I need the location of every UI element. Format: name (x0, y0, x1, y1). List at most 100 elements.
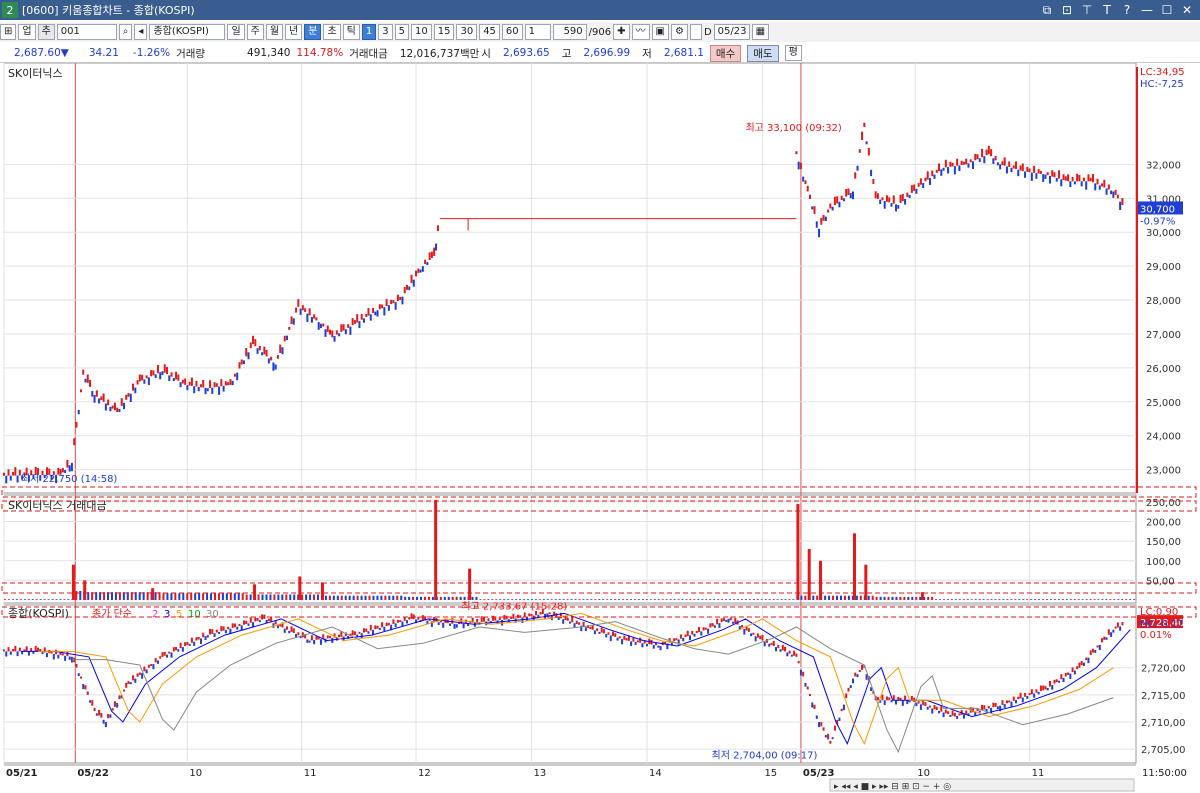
last-price-label: 30,700 (1140, 204, 1175, 215)
price-candle (308, 308, 311, 316)
index-candle (616, 637, 619, 641)
interval-1[interactable]: 1 (361, 24, 377, 40)
date-checkbox[interactable] (689, 24, 702, 40)
index-candle (987, 705, 990, 709)
period-year[interactable]: 년 (285, 24, 303, 40)
volume-bar (966, 599, 969, 600)
interval-60[interactable]: 60 (501, 24, 523, 40)
search-icon[interactable]: ⌕ (118, 24, 133, 40)
index-candle (752, 632, 755, 635)
price-candle (974, 153, 977, 161)
index-candle (897, 696, 900, 701)
price-candle (933, 174, 936, 179)
period-week[interactable]: 주 (246, 24, 264, 40)
volume-bar (360, 595, 363, 600)
volume-bar (420, 596, 423, 600)
index-candle (824, 735, 827, 738)
pin-icon[interactable]: ⊤ (1080, 3, 1094, 18)
interval-select[interactable]: 1 (524, 24, 551, 40)
chart-area[interactable]: 23,000 24,000 25,000 26,000 27,000 28,000 29,0… (0, 63, 1200, 793)
interval-5[interactable]: 5 (394, 24, 409, 40)
date-input[interactable]: 05/23 (713, 24, 750, 40)
bar-count-input[interactable]: 590 (552, 24, 587, 40)
index-candle (1105, 637, 1108, 640)
index-candle (381, 622, 384, 628)
link-window-icon[interactable]: ⧉ (1040, 3, 1054, 18)
interval-45[interactable]: 45 (479, 24, 500, 40)
close-button[interactable]: ✕ (1180, 3, 1194, 18)
volume-bar (764, 599, 767, 600)
maximize-button[interactable]: ☐ (1160, 3, 1174, 18)
price-candle (1028, 168, 1031, 173)
volume-spike (853, 533, 856, 600)
index-candle (904, 695, 907, 701)
index-candle (107, 713, 110, 719)
buy-button[interactable]: 매수 (709, 44, 742, 62)
period-month[interactable]: 월 (265, 24, 284, 40)
period-minute[interactable]: 분 (304, 24, 322, 40)
price-candle (392, 300, 395, 304)
index-candle (1067, 672, 1070, 675)
sell-button[interactable]: 매도 (747, 44, 779, 62)
save-icon[interactable]: ▣ (651, 24, 669, 40)
index-candle (315, 636, 318, 640)
font-size-icon[interactable]: T (1100, 3, 1114, 18)
index-candle (1114, 626, 1117, 629)
volume-bar (245, 594, 248, 600)
speaker-icon[interactable]: ◂ (134, 24, 148, 40)
code-input[interactable]: 001 (56, 24, 117, 40)
avg-button[interactable]: 평 (784, 45, 802, 61)
overlay-icon[interactable]: 〰 (631, 24, 650, 40)
price-candle (408, 286, 411, 291)
volume-bar (459, 596, 462, 600)
volume-bar (669, 599, 672, 600)
volume-bar (265, 594, 268, 600)
price-tick-label: 25,000 (1146, 398, 1181, 409)
index-candle (1033, 693, 1036, 698)
interval-3[interactable]: 3 (378, 24, 393, 40)
period-second[interactable]: 초 (323, 24, 341, 40)
index-candle (1026, 695, 1029, 699)
crosshair-icon[interactable]: ✚ (613, 24, 630, 40)
price-candle (901, 194, 904, 202)
chart-layout-icon[interactable]: ⊞ (0, 24, 17, 40)
price-candle (401, 296, 404, 305)
price-candle (199, 384, 202, 388)
interval-10[interactable]: 10 (410, 24, 432, 40)
copy-window-icon[interactable]: ⊡ (1060, 3, 1074, 18)
index-candle (338, 634, 341, 638)
interval-30[interactable]: 30 (456, 24, 478, 40)
period-day[interactable]: 일 (227, 24, 245, 40)
panel-frame-2 (3, 604, 1137, 764)
index-candle (618, 636, 621, 639)
price-candle (1087, 174, 1090, 182)
price-candle (61, 468, 64, 473)
volume-bar (1121, 599, 1124, 600)
stock-name-field[interactable]: 종합(KOSPI) (149, 24, 226, 40)
index-candle (949, 714, 952, 717)
interval-15[interactable]: 15 (433, 24, 455, 40)
settings-icon[interactable]: ⚙ (670, 24, 688, 40)
market-mode-select[interactable]: 업 (18, 24, 36, 40)
index-candle (3, 649, 5, 652)
add-button[interactable]: 추 (37, 24, 55, 40)
price-candle (116, 407, 119, 412)
calendar-icon[interactable]: ▦ (751, 24, 770, 40)
index-candle (95, 713, 98, 716)
index-candle (1039, 685, 1042, 692)
index-high-annotation: 최고 2,733,67 (15:28) (461, 600, 567, 612)
minimize-button[interactable]: — (1140, 3, 1154, 18)
price-candle (372, 307, 375, 313)
price-candle (267, 358, 270, 364)
index-candle (25, 646, 28, 652)
index-candle (711, 623, 714, 627)
help-icon[interactable]: ? (1120, 3, 1134, 18)
volume-bar (471, 596, 474, 600)
volume-bar (507, 599, 510, 600)
period-tick[interactable]: 틱 (342, 24, 360, 40)
index-candle (698, 627, 701, 633)
index-candle (215, 629, 218, 633)
volume-bar (1117, 599, 1120, 600)
volume-bar (186, 593, 189, 600)
volume-bar (202, 593, 205, 600)
